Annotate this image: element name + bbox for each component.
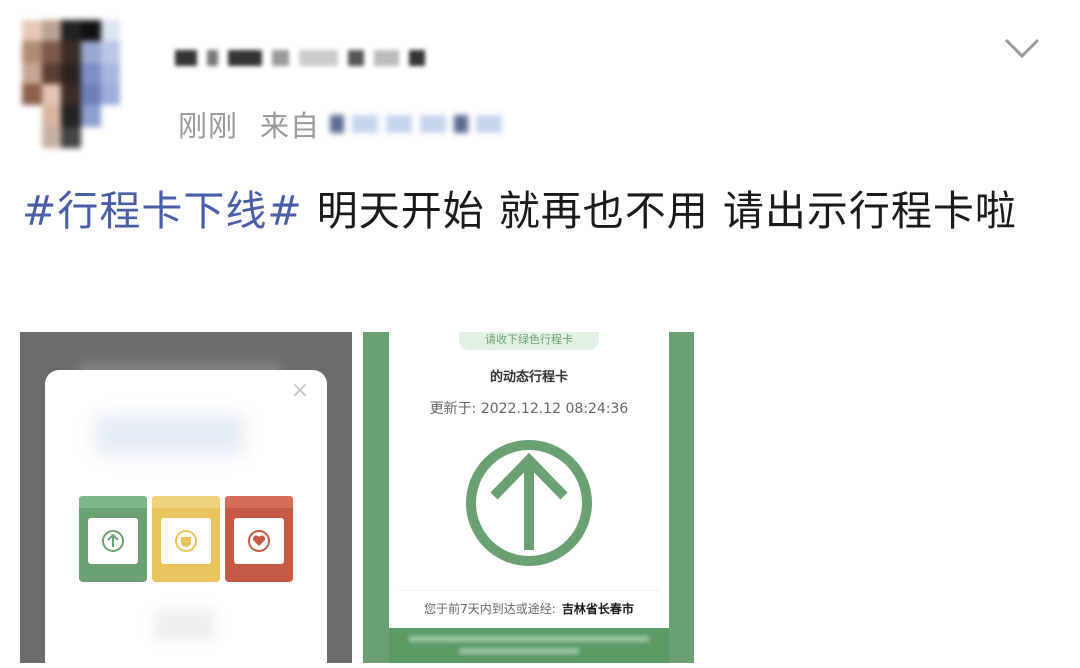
card-title: 的动态行程卡 <box>489 370 568 385</box>
post-image-2[interactable]: 请收下绿色行程卡 的动态行程卡 更新于: 2022.12.12 08:24:36… <box>363 332 694 663</box>
up-arrow-icon <box>466 440 592 566</box>
post-source-name[interactable] <box>330 115 503 133</box>
dialog-card: × <box>45 370 327 663</box>
post-time: 刚刚 <box>178 109 239 143</box>
card-tab-label: 请收下绿色行程卡 <box>459 332 599 350</box>
post-image-1[interactable]: × <box>20 332 352 663</box>
post-body: 明天开始 就再也不用 请出示行程卡啦 <box>302 187 1017 235</box>
avatar[interactable] <box>22 20 140 148</box>
post-text: #行程卡下线# 明天开始 就再也不用 请出示行程卡啦 <box>22 176 1052 246</box>
itinerary-card: 请收下绿色行程卡 的动态行程卡 更新于: 2022.12.12 08:24:36… <box>389 332 669 663</box>
username[interactable] <box>175 38 425 78</box>
close-icon: × <box>290 378 309 403</box>
chevron-down-icon[interactable] <box>1003 36 1041 62</box>
yellow-jar-icon <box>152 496 220 582</box>
hashtag-link[interactable]: #行程卡下线# <box>22 187 303 235</box>
card-updated-time: 更新于: 2022.12.12 08:24:36 <box>429 401 629 417</box>
red-jar-icon <box>225 496 293 582</box>
card-footer: 您于前7天内到达或途经: 吉林省长春市 <box>399 600 659 617</box>
card-bottom-band <box>389 628 669 663</box>
post-meta: 刚刚 来自 <box>178 104 503 144</box>
green-jar-icon <box>79 496 147 582</box>
card-foot-label: 您于前7天内到达或途经: <box>424 602 556 616</box>
post-source-label: 来自 <box>260 109 321 143</box>
card-foot-place: 吉林省长春市 <box>561 602 634 616</box>
